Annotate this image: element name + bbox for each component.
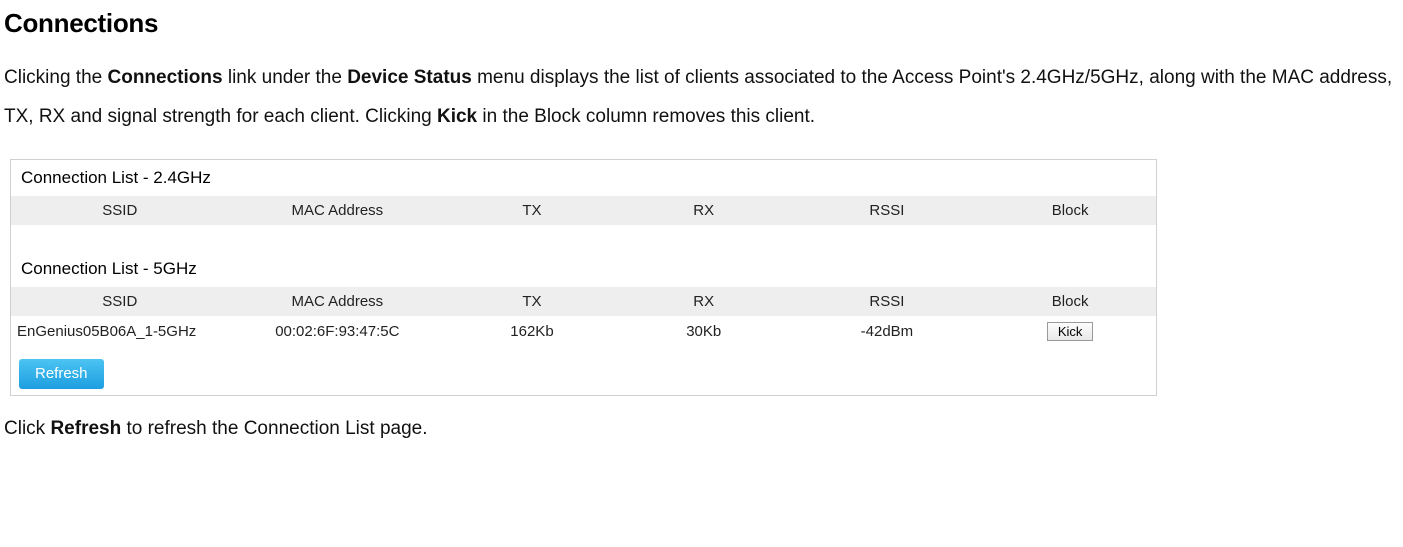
- footer-bold-refresh: Refresh: [50, 418, 121, 439]
- connection-table-24ghz: SSID MAC Address TX RX RSSI Block: [11, 196, 1156, 251]
- connection-table-5ghz: SSID MAC Address TX RX RSSI Block EnGeni…: [11, 287, 1156, 347]
- col-mac: MAC Address: [229, 196, 447, 225]
- col-rssi: RSSI: [790, 196, 985, 225]
- desc-text: in the Block column removes this client.: [477, 106, 815, 127]
- table-header-row: SSID MAC Address TX RX RSSI Block: [11, 287, 1156, 316]
- cell-rx: 30Kb: [618, 316, 790, 347]
- footer-text: Click: [4, 418, 50, 439]
- col-rx: RX: [618, 196, 790, 225]
- col-block: Block: [984, 196, 1156, 225]
- footer-text: to refresh the Connection List page.: [121, 418, 427, 439]
- cell-tx: 162Kb: [446, 316, 618, 347]
- cell-mac: 00:02:6F:93:47:5C: [229, 316, 447, 347]
- col-rssi: RSSI: [790, 287, 985, 316]
- empty-row: [11, 225, 1156, 251]
- cell-block: Kick: [984, 316, 1156, 347]
- cell-ssid: EnGenius05B06A_1-5GHz: [11, 316, 229, 347]
- refresh-button[interactable]: Refresh: [19, 359, 104, 389]
- col-ssid: SSID: [11, 196, 229, 225]
- col-tx: TX: [446, 196, 618, 225]
- col-mac: MAC Address: [229, 287, 447, 316]
- section-title-5ghz: Connection List - 5GHz: [11, 251, 1156, 287]
- table-row: EnGenius05B06A_1-5GHz 00:02:6F:93:47:5C …: [11, 316, 1156, 347]
- footer-paragraph: Click Refresh to refresh the Connection …: [4, 418, 1399, 440]
- table-header-row: SSID MAC Address TX RX RSSI Block: [11, 196, 1156, 225]
- page-title: Connections: [4, 8, 1399, 39]
- description-paragraph: Clicking the Connections link under the …: [4, 59, 1399, 137]
- connection-list-panel: Connection List - 2.4GHz SSID MAC Addres…: [10, 159, 1157, 396]
- col-block: Block: [984, 287, 1156, 316]
- col-rx: RX: [618, 287, 790, 316]
- cell-rssi: -42dBm: [790, 316, 985, 347]
- section-title-24ghz: Connection List - 2.4GHz: [11, 160, 1156, 196]
- col-ssid: SSID: [11, 287, 229, 316]
- desc-bold-connections: Connections: [108, 67, 223, 88]
- desc-text: Clicking the: [4, 67, 108, 88]
- desc-bold-device-status: Device Status: [347, 67, 472, 88]
- col-tx: TX: [446, 287, 618, 316]
- desc-bold-kick: Kick: [437, 106, 477, 127]
- desc-text: link under the: [223, 67, 348, 88]
- kick-button[interactable]: Kick: [1047, 322, 1094, 341]
